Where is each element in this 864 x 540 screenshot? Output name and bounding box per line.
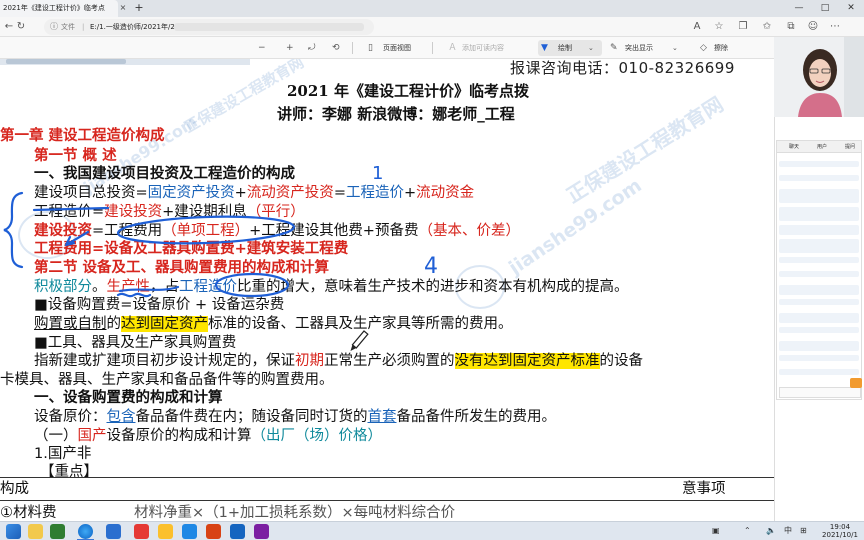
new-tab-button[interactable]: + bbox=[133, 1, 145, 15]
rotate-icon[interactable]: ⟲ bbox=[332, 41, 340, 55]
tab-title: 2021年《建设工程计价》临考点 bbox=[3, 4, 105, 12]
chat-message bbox=[779, 299, 859, 305]
page-view-icon[interactable]: ▯ bbox=[368, 41, 373, 55]
chat-message bbox=[779, 189, 859, 203]
keyboard-icon[interactable]: ⊞ bbox=[800, 525, 807, 537]
file-explorer-icon[interactable] bbox=[28, 524, 43, 539]
app-icon-green[interactable] bbox=[50, 524, 65, 539]
start-icon[interactable] bbox=[6, 524, 21, 539]
chat-tab-questions[interactable]: 提问 bbox=[845, 141, 855, 153]
chat-tab-chat[interactable]: 聊天 bbox=[789, 141, 799, 153]
pen-annotations: 1 4 bbox=[3, 163, 438, 351]
pdf-page: jianshe99.com jianshe99.com 正保建设工程教育网 正保… bbox=[0, 59, 774, 521]
mark-four: 4 bbox=[424, 254, 438, 279]
more-icon[interactable]: ⋯ bbox=[828, 20, 842, 34]
ime-indicator[interactable]: 中 bbox=[784, 525, 792, 537]
eraser-icon[interactable]: ◇ bbox=[700, 41, 707, 55]
app-icon-purple[interactable] bbox=[254, 524, 269, 539]
tab-bar: 2021年《建设工程计价》临考点 × + — □ ✕ bbox=[0, 0, 864, 17]
favorite-icon[interactable]: ☆ bbox=[712, 20, 726, 34]
side-gift-button[interactable] bbox=[850, 378, 862, 388]
zoom-out-icon[interactable]: − bbox=[258, 41, 266, 55]
url-field[interactable]: ⓘ 文件 | E:/1.一级造价师/2021年/2021年 bbox=[44, 19, 374, 35]
chat-message bbox=[779, 175, 859, 181]
taskbar: ▣ ⌃ 🔈 中 ⊞ 19:04 2021/10/1 bbox=[0, 521, 864, 540]
toolbar-divider bbox=[432, 42, 433, 54]
volume-icon[interactable]: 🔈 bbox=[766, 525, 776, 537]
squiggle-annotation bbox=[116, 292, 152, 298]
chat-message bbox=[779, 355, 859, 361]
chat-message bbox=[779, 257, 859, 263]
chat-panel: 聊天 用户 提问 bbox=[776, 140, 862, 400]
draw-dropdown-icon[interactable]: ⌄ bbox=[588, 41, 594, 55]
draw-button[interactable]: 绘制 bbox=[558, 41, 572, 55]
zoom-in-icon[interactable]: + bbox=[286, 41, 294, 55]
chat-tab-users[interactable]: 用户 bbox=[817, 141, 827, 153]
favorites-bar-icon[interactable]: ✩ bbox=[760, 20, 774, 34]
url-separator: | bbox=[82, 23, 85, 31]
info-icon: ⓘ bbox=[50, 22, 58, 31]
arrow-annotation bbox=[64, 230, 90, 247]
app-icon-yellow[interactable] bbox=[158, 524, 173, 539]
circle-engineering-cost bbox=[214, 272, 290, 298]
app-icon-bluecircle[interactable] bbox=[182, 524, 197, 539]
brace-annotation bbox=[3, 191, 24, 269]
system-clock[interactable]: 19:04 2021/10/1 bbox=[818, 523, 862, 539]
word-icon[interactable] bbox=[230, 524, 245, 539]
add-text-icon[interactable]: Ａ bbox=[448, 41, 457, 55]
chat-message bbox=[779, 327, 859, 333]
add-text-button[interactable]: 添加可读内容 bbox=[462, 41, 504, 55]
pdf-toolbar: − + ⤾ ⟲ ▯ 页面视图 Ａ 添加可读内容 ▼ 绘制 ⌄ ✎ 突出显示 ⌄ … bbox=[0, 37, 864, 59]
url-scheme-label: 文件 bbox=[61, 23, 75, 31]
chat-message bbox=[779, 285, 859, 295]
close-window-button[interactable]: ✕ bbox=[838, 0, 864, 17]
chat-message bbox=[779, 369, 859, 375]
chat-message bbox=[779, 239, 859, 253]
address-bar: ← ↻ ⓘ 文件 | E:/1.一级造价师/2021年/2021年 A ☆ ❐ … bbox=[0, 17, 864, 37]
highlight-dropdown-icon[interactable]: ⌄ bbox=[672, 41, 678, 55]
chat-message bbox=[779, 313, 859, 323]
app-icon-blue[interactable] bbox=[106, 524, 121, 539]
collections-bar-icon[interactable]: ⧉ bbox=[784, 20, 798, 34]
pen-cursor-icon bbox=[350, 330, 369, 351]
tray-app-icon[interactable]: ▣ bbox=[712, 525, 720, 537]
collections-icon[interactable]: ❐ bbox=[736, 20, 750, 34]
tab-close-icon[interactable]: × bbox=[118, 2, 128, 14]
powerpoint-icon[interactable] bbox=[206, 524, 221, 539]
draw-icon[interactable]: ▼ bbox=[541, 41, 548, 55]
chat-message bbox=[779, 271, 859, 277]
webcam-video bbox=[774, 37, 864, 117]
minimize-button[interactable]: — bbox=[786, 0, 812, 17]
highlight-button[interactable]: 突出显示 bbox=[625, 41, 653, 55]
chat-input[interactable] bbox=[779, 387, 861, 398]
chat-message bbox=[779, 161, 859, 167]
underline-production bbox=[118, 285, 180, 293]
browser-tab[interactable]: 2021年《建设工程计价》临考点 bbox=[0, 0, 118, 17]
highlight-icon[interactable]: ✎ bbox=[610, 41, 618, 55]
url-redacted bbox=[174, 23, 364, 31]
fit-page-icon[interactable]: ⤾ bbox=[308, 41, 316, 55]
chat-message bbox=[779, 341, 859, 351]
chat-message bbox=[779, 225, 859, 235]
toolbar-divider bbox=[352, 42, 353, 54]
maximize-button[interactable]: □ bbox=[812, 0, 838, 17]
app-icon-red[interactable] bbox=[134, 524, 149, 539]
presenter-image bbox=[774, 37, 864, 117]
profile-icon[interactable]: ☺ bbox=[806, 20, 820, 34]
clock-time: 19:04 bbox=[829, 523, 851, 531]
read-aloud-icon[interactable]: A bbox=[690, 20, 704, 34]
underline-construction-invest bbox=[32, 206, 110, 212]
edge-icon[interactable] bbox=[78, 524, 93, 539]
chat-message bbox=[779, 207, 859, 221]
erase-button[interactable]: 擦除 bbox=[714, 41, 728, 55]
chat-tabs: 聊天 用户 提问 bbox=[777, 141, 861, 153]
tray-expand-icon[interactable]: ⌃ bbox=[744, 525, 751, 537]
refresh-icon[interactable]: ↻ bbox=[14, 20, 28, 34]
mark-one: 1 bbox=[372, 163, 383, 184]
page-view-button[interactable]: 页面视图 bbox=[383, 41, 411, 55]
circle-single-project bbox=[116, 215, 296, 245]
clock-date: 2021/10/1 bbox=[822, 531, 858, 539]
